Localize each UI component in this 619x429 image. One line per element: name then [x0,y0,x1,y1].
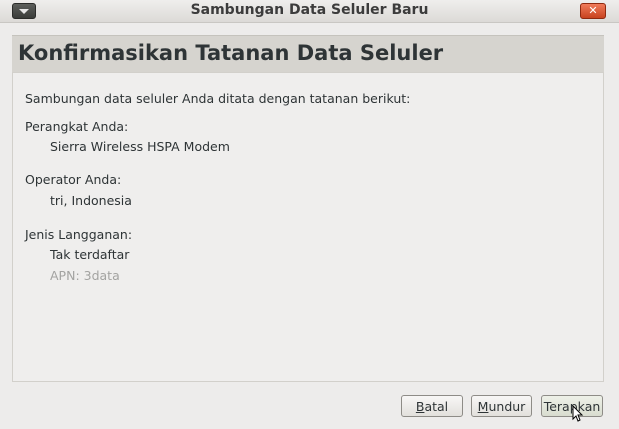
close-icon[interactable]: ✕ [580,3,606,19]
cancel-label-rest: atal [424,399,449,414]
page-header: Konfirmasikan Tatanan Data Seluler [12,35,604,73]
intro-text: Sambungan data seluler Anda ditata denga… [25,91,411,106]
device-value: Sierra Wireless HSPA Modem [50,139,230,154]
plan-label: Jenis Langganan: [25,227,133,242]
apply-label-start: Tera [543,399,570,414]
apn-value: APN: 3data [50,268,120,283]
mouse-pointer-icon [572,405,584,422]
cancel-button[interactable]: Batal [401,395,463,417]
device-label: Perangkat Anda: [25,119,129,134]
title-bar: Sambungan Data Seluler Baru ✕ [0,0,619,23]
provider-value: tri, Indonesia [50,193,132,208]
page-title: Konfirmasikan Tatanan Data Seluler [18,41,444,65]
back-label-rest: undur [488,399,526,414]
window-title: Sambungan Data Seluler Baru [190,2,429,18]
back-mnemonic: M [477,399,489,414]
back-button[interactable]: Mundur [471,395,532,417]
plan-value: Tak terdaftar [50,247,130,262]
provider-label: Operator Anda: [25,172,122,187]
